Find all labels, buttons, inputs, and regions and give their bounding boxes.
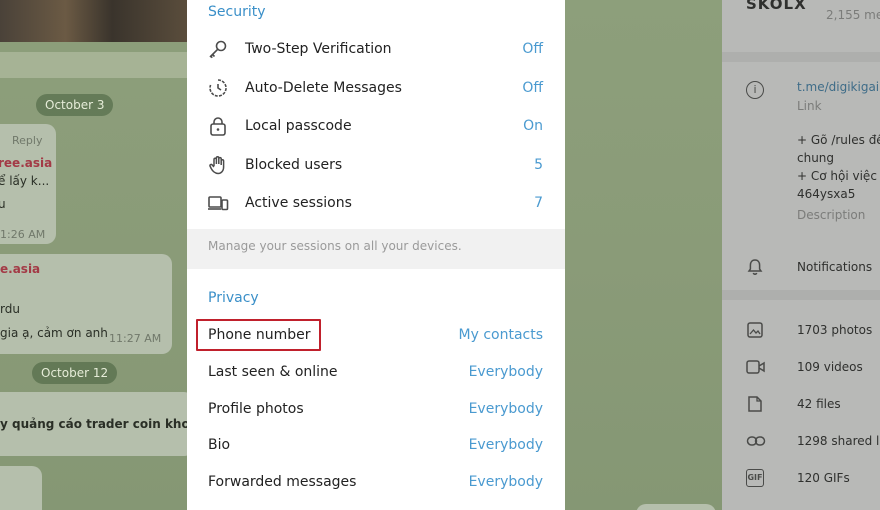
setting-value[interactable]: Everybody [469, 437, 543, 453]
setting-label: Bio [208, 437, 231, 453]
photo-icon [746, 321, 764, 339]
description-line: + Cơ hội việc là [797, 169, 880, 183]
setting-blocked-users[interactable]: Blocked users 5 [187, 146, 565, 184]
description-line: + Gõ /rules để [797, 133, 880, 147]
link-caption: Link [797, 99, 822, 113]
setting-value[interactable]: Off [522, 80, 543, 96]
timer-icon [207, 78, 229, 98]
message-bubble[interactable] [0, 466, 42, 510]
sender-name[interactable]: ree.asia [0, 156, 52, 170]
setting-value[interactable]: Everybody [469, 401, 543, 417]
setting-label: Blocked users [245, 157, 343, 173]
setting-active-sessions[interactable]: Active sessions 7 [187, 184, 565, 222]
setting-forwarded-messages[interactable]: Forwarded messages Everybody [187, 463, 565, 501]
setting-label: Profile photos [208, 401, 304, 417]
setting-label: Active sessions [245, 195, 352, 211]
sessions-note-band: Manage your sessions on all your devices… [187, 229, 565, 269]
media-gifs[interactable]: 120 GIFs [797, 471, 850, 485]
setting-local-passcode[interactable]: Local passcode On [187, 107, 565, 145]
setting-label: Local passcode [245, 118, 352, 134]
panel-divider [722, 290, 880, 300]
setting-auto-delete-messages[interactable]: Auto-Delete Messages Off [187, 69, 565, 107]
video-icon [746, 358, 765, 376]
security-section-title: Security [208, 4, 266, 20]
media-links[interactable]: 1298 shared lin [797, 434, 880, 448]
sender-name[interactable]: e.asia [0, 262, 40, 276]
setting-value[interactable]: On [523, 118, 543, 134]
media-photos[interactable]: 1703 photos [797, 323, 872, 337]
lock-icon [207, 116, 229, 136]
description-line: chung [797, 151, 835, 165]
message-line: u [0, 197, 6, 211]
setting-label: Two-Step Verification [245, 41, 392, 57]
key-icon [207, 39, 229, 59]
description-line: 464ysxa5 [797, 187, 856, 201]
bell-icon [746, 258, 764, 276]
date-pill: October 12 [32, 362, 118, 384]
highlight-box [196, 319, 321, 351]
setting-value[interactable]: My contacts [459, 327, 544, 343]
devices-icon [207, 193, 229, 213]
setting-profile-photos[interactable]: Profile photos Everybody [187, 390, 565, 428]
setting-label: Auto-Delete Messages [245, 80, 402, 96]
file-icon [746, 395, 764, 413]
setting-value[interactable]: 7 [534, 195, 543, 211]
message-time: 1:26 AM [0, 228, 46, 241]
message-line: gia ạ, cảm ơn anh [0, 326, 108, 340]
message-line: rdu [0, 302, 20, 316]
privacy-section-title: Privacy [208, 290, 259, 306]
profile-panel: SKOLX 2,155 mer i t.me/digikigai Link + … [722, 0, 880, 510]
message-bubble[interactable] [636, 504, 716, 510]
setting-value[interactable]: Everybody [469, 474, 543, 490]
message-bubble[interactable]: y quảng cáo trader coin khoá họ [0, 392, 219, 456]
media-files[interactable]: 42 files [797, 397, 841, 411]
chat-photo [0, 0, 187, 42]
setting-bio[interactable]: Bio Everybody [187, 426, 565, 464]
reply-label[interactable]: Reply [12, 134, 42, 147]
privacy-security-modal: Security Two-Step Verification Off Auto-… [187, 0, 565, 510]
channel-link[interactable]: t.me/digikigai [797, 80, 879, 94]
setting-value[interactable]: Everybody [469, 364, 543, 380]
hand-icon [207, 155, 229, 175]
channel-name: SKOLX [746, 0, 807, 13]
date-pill: October 3 [36, 94, 114, 116]
message-time: 11:27 AM [109, 332, 162, 345]
media-videos[interactable]: 109 videos [797, 360, 863, 374]
sessions-note: Manage your sessions on all your devices… [208, 239, 462, 253]
message-bubble[interactable]: Reply ree.asia ể lấy k... u 1:26 AM [0, 124, 56, 244]
message-line: y quảng cáo trader coin khoá họ [0, 417, 219, 431]
setting-label: Forwarded messages [208, 474, 357, 490]
setting-value[interactable]: Off [522, 41, 543, 57]
message-bubble[interactable]: e.asia rdu gia ạ, cảm ơn anh 11:27 AM [0, 254, 172, 354]
member-count: 2,155 mer [826, 8, 880, 22]
setting-two-step-verification[interactable]: Two-Step Verification Off [187, 30, 565, 68]
setting-label: Last seen & online [208, 364, 338, 380]
info-icon: i [746, 81, 764, 99]
link-icon [746, 432, 766, 450]
chat-divider [0, 52, 187, 78]
description-caption: Description [797, 208, 866, 222]
gif-icon: GIF [746, 469, 764, 487]
panel-divider [722, 52, 880, 62]
setting-last-seen-online[interactable]: Last seen & online Everybody [187, 353, 565, 391]
notifications-label[interactable]: Notifications [797, 260, 872, 274]
message-line: ể lấy k... [0, 174, 50, 188]
setting-value[interactable]: 5 [534, 157, 543, 173]
